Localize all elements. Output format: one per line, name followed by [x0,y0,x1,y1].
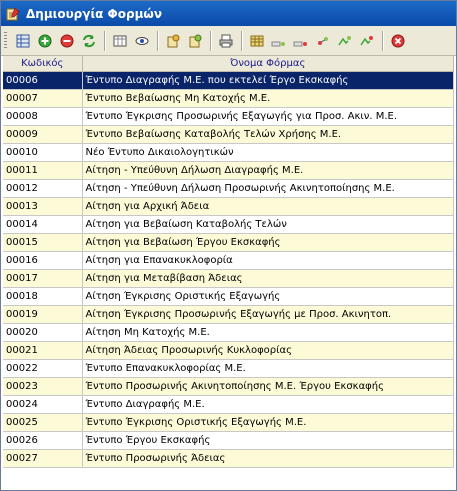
row-form-name[interactable]: Έντυπο Βεβαίωσης Καταβολής Τελών Χρήσης … [82,125,454,144]
forms-table: Κωδικός Όνομα Φόρμας 00006 Έντυπο Διαγραφ… [3,56,454,468]
row-code[interactable]: 00013 [3,197,83,216]
table-row[interactable]: 00018 Αίτηση Έγκρισης Οριστικής Εξαγωγής [3,287,454,306]
row-code[interactable]: 00020 [3,323,83,342]
table-row[interactable]: 00025 Έντυπο Έγκρισης Οριστικής Εξαγωγής … [3,413,454,432]
table-row[interactable]: 00021 Αίτηση Άδειας Προσωρινής Κυκλοφορία… [3,341,454,360]
row-form-name[interactable]: Αίτηση για Μεταβίβαση Άδειας [82,269,454,288]
preview-icon[interactable] [132,31,152,51]
table-row[interactable]: 00024 Έντυπο Διαγραφής Μ.Ε. [3,395,454,414]
add-icon[interactable] [35,31,55,51]
forms-grid: Κωδικός Όνομα Φόρμας 00006 Έντυπο Διαγραφ… [3,56,454,488]
remove-icon[interactable] [57,31,77,51]
row-code[interactable]: 00008 [3,107,83,126]
row-form-name[interactable]: Αίτηση για Αρχική Άδεια [82,197,454,216]
row-form-name[interactable]: Έντυπο Επανακυκλοφορίας Μ.Ε. [82,359,454,378]
row-form-name[interactable]: Αίτηση - Υπεύθυνη Δήλωση Διαγραφής Μ.Ε. [82,161,454,180]
window-title: Δημιουργία Φορμών [26,6,163,21]
row-form-name[interactable]: Νέο Έντυπο Δικαιολογητικών [82,143,454,162]
table-row[interactable]: 00023 Έντυπο Προσωρινής Ακινητοποίησης Μ.… [3,377,454,396]
row-form-name[interactable]: Αίτηση - Υπεύθυνη Δήλωση Προσωρινής Ακιν… [82,179,454,198]
row-form-name[interactable]: Αίτηση για Επανακυκλοφορία [82,251,454,270]
table-row[interactable]: 00006 Έντυπο Διαγραφής Μ.Ε. που εκτελεί Έ… [3,71,454,90]
form-add-icon[interactable] [313,31,333,51]
refresh-icon[interactable] [79,31,99,51]
row-code[interactable]: 00024 [3,395,83,414]
form-move-icon[interactable] [357,31,377,51]
form-delete-icon[interactable] [291,31,311,51]
column-header-form-name[interactable]: Όνομα Φόρμας [82,56,454,72]
toolbar-grip[interactable] [4,31,7,50]
row-code[interactable]: 00015 [3,233,83,252]
forms-window: Δημιουργία Φορμών Κωδικός Όνομα Φόρμας 0… [0,0,457,491]
toolbar-separator [210,30,211,51]
row-code[interactable]: 00019 [3,305,83,324]
header-row: Κωδικός Όνομα Φόρμας [3,56,454,72]
table-row[interactable]: 00015 Αίτηση για Βεβαίωση Έργου Εκσκαφής [3,233,454,252]
row-form-name[interactable]: Αίτηση για Βεβαίωση Καταβολής Τελών [82,215,454,234]
table-row[interactable]: 00022 Έντυπο Επανακυκλοφορίας Μ.Ε. [3,359,454,378]
row-code[interactable]: 00018 [3,287,83,306]
row-form-name[interactable]: Αίτηση Άδειας Προσωρινής Κυκλοφορίας [82,341,454,360]
table-row[interactable]: 00014 Αίτηση για Βεβαίωση Καταβολής Τελών [3,215,454,234]
row-form-name[interactable]: Έντυπο Έγκρισης Οριστικής Εξαγωγής Μ.Ε. [82,413,454,432]
column-header-code[interactable]: Κωδικός [3,56,83,72]
table-row[interactable]: 00026 Έντυπο Έργου Εκσκαφής [3,431,454,450]
row-form-name[interactable]: Έντυπο Διαγραφής Μ.Ε. που εκτελεί Έργο Ε… [82,71,454,90]
table-row[interactable]: 00012 Αίτηση - Υπεύθυνη Δήλωση Προσωρινής… [3,179,454,198]
table-row[interactable]: 00011 Αίτηση - Υπεύθυνη Δήλωση Διαγραφής … [3,161,454,180]
row-form-name[interactable]: Έντυπο Προσωρινής Άδειας [82,449,454,468]
grid-icon[interactable] [13,31,33,51]
row-code[interactable]: 00026 [3,431,83,450]
table-row[interactable]: 00019 Αίτηση Έγκρισης Προσωρινής Εξαγωγής… [3,305,454,324]
row-form-name[interactable]: Αίτηση Έγκρισης Προσωρινής Εξαγωγής με Π… [82,305,454,324]
row-code[interactable]: 00009 [3,125,83,144]
row-form-name[interactable]: Αίτηση Έγκρισης Οριστικής Εξαγωγής [82,287,454,306]
close-icon[interactable] [388,31,408,51]
row-form-name[interactable]: Αίτηση Μη Κατοχής Μ.Ε. [82,323,454,342]
table-row[interactable]: 00017 Αίτηση για Μεταβίβαση Άδειας [3,269,454,288]
export-icon[interactable] [163,31,183,51]
table-row[interactable]: 00027 Έντυπο Προσωρινής Άδειας [3,449,454,468]
row-form-name[interactable]: Έντυπο Βεβαίωσης Μη Κατοχής Μ.Ε. [82,89,454,108]
print-icon[interactable] [216,31,236,51]
table-row[interactable]: 00020 Αίτηση Μη Κατοχής Μ.Ε. [3,323,454,342]
title-bar: Δημιουργία Φορμών [1,1,456,26]
toolbar [1,26,456,56]
form-edit-icon[interactable] [269,31,289,51]
toolbar-separator [241,30,242,51]
row-code[interactable]: 00021 [3,341,83,360]
form-grid-icon[interactable] [247,31,267,51]
table-row[interactable]: 00008 Έντυπο Έγκρισης Προσωρινής Εξαγωγής… [3,107,454,126]
row-form-name[interactable]: Έντυπο Διαγραφής Μ.Ε. [82,395,454,414]
table-row[interactable]: 00016 Αίτηση για Επανακυκλοφορία [3,251,454,270]
row-code[interactable]: 00007 [3,89,83,108]
table-row[interactable]: 00013 Αίτηση για Αρχική Άδεια [3,197,454,216]
toolbar-separator [382,30,383,51]
row-code[interactable]: 00012 [3,179,83,198]
row-code[interactable]: 00025 [3,413,83,432]
row-code[interactable]: 00016 [3,251,83,270]
table-row[interactable]: 00007 Έντυπο Βεβαίωσης Μη Κατοχής Μ.Ε. [3,89,454,108]
toolbar-separator [157,30,158,51]
row-code[interactable]: 00006 [3,71,83,90]
row-code[interactable]: 00010 [3,143,83,162]
toolbar-separator [104,30,105,51]
row-form-name[interactable]: Έντυπο Προσωρινής Ακινητοποίησης Μ.Ε. Έρ… [82,377,454,396]
table-view-icon[interactable] [110,31,130,51]
row-code[interactable]: 00027 [3,449,83,468]
table-row[interactable]: 00010 Νέο Έντυπο Δικαιολογητικών [3,143,454,162]
row-code[interactable]: 00017 [3,269,83,288]
row-code[interactable]: 00023 [3,377,83,396]
form-copy-icon[interactable] [335,31,355,51]
row-code[interactable]: 00011 [3,161,83,180]
import-icon[interactable] [185,31,205,51]
row-form-name[interactable]: Αίτηση για Βεβαίωση Έργου Εκσκαφής [82,233,454,252]
row-form-name[interactable]: Έντυπο Έγκρισης Προσωρινής Εξαγωγής για … [82,107,454,126]
row-form-name[interactable]: Έντυπο Έργου Εκσκαφής [82,431,454,450]
table-row[interactable]: 00009 Έντυπο Βεβαίωσης Καταβολής Τελών Χρ… [3,125,454,144]
row-code[interactable]: 00014 [3,215,83,234]
row-code[interactable]: 00022 [3,359,83,378]
app-icon [6,6,20,21]
